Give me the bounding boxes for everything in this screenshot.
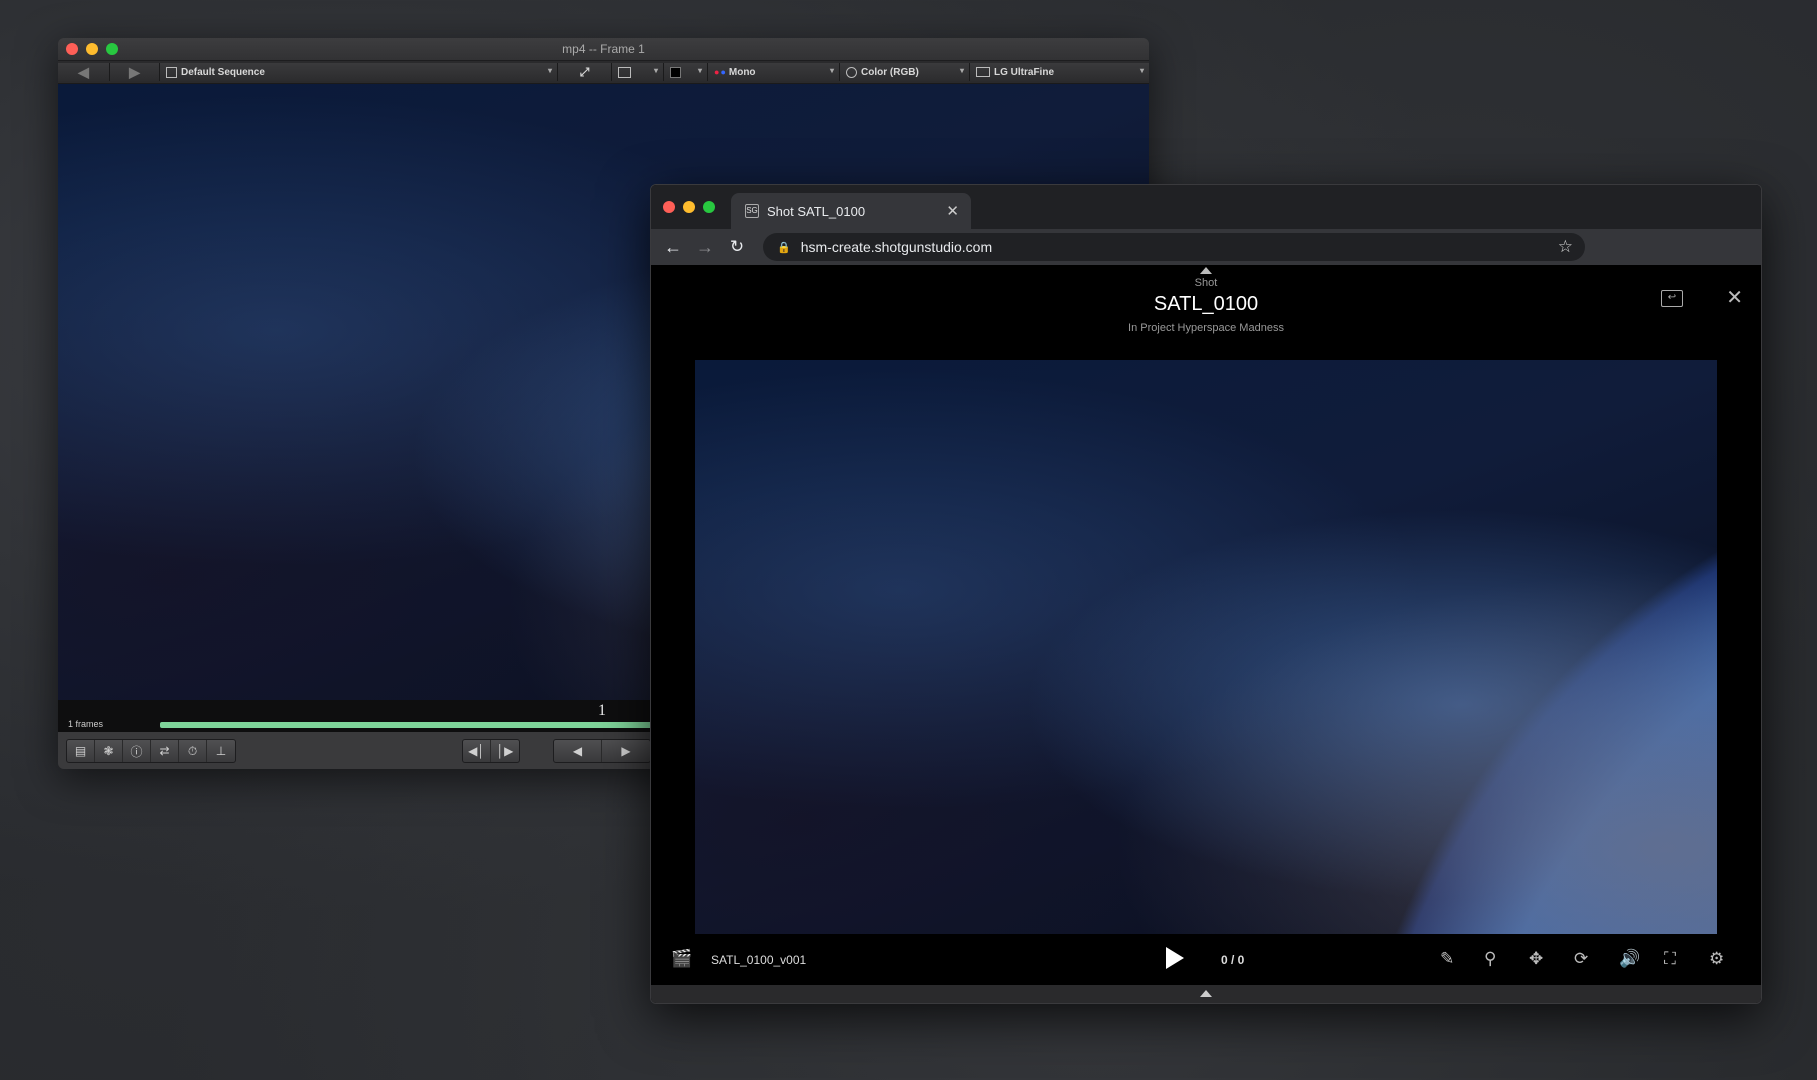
- loop-icon[interactable]: ⟳: [1574, 949, 1588, 969]
- pencil-icon[interactable]: ✎: [1440, 949, 1454, 969]
- close-window-button[interactable]: [663, 201, 675, 213]
- bottom-panel-handle[interactable]: [651, 985, 1761, 1003]
- lock-icon: 🔒: [777, 241, 791, 254]
- display-dropdown[interactable]: LG UltraFine ▾: [970, 63, 1149, 81]
- frame-dropdown[interactable]: ▾: [612, 63, 664, 81]
- browser-tab[interactable]: SG Shot SATL_0100 ✕: [731, 193, 971, 229]
- rgb-dots-icon-blue: ●: [720, 67, 726, 77]
- url-text: hsm-create.shotgunstudio.com: [800, 239, 993, 255]
- volume-icon[interactable]: 🔊: [1619, 949, 1640, 969]
- rv-tools-group: ▤ ❃ ⓘ ⇄ ⏱ ⊥: [66, 739, 236, 763]
- info-icon[interactable]: ⓘ: [123, 740, 151, 762]
- close-tab-icon[interactable]: ✕: [946, 202, 959, 220]
- export-icon[interactable]: ⊥: [207, 740, 235, 762]
- step-back-icon[interactable]: ◀│: [463, 740, 491, 762]
- color-wheel-icon: [846, 66, 857, 78]
- current-frame-number: 1: [598, 702, 606, 719]
- timer-icon[interactable]: ⏱: [179, 740, 207, 762]
- rv-window-title: mp4 -- Frame 1: [562, 42, 645, 56]
- play-button[interactable]: [1166, 947, 1184, 969]
- gear-icon[interactable]: ⚙: [1709, 949, 1724, 969]
- rgb-dots-icon: ●: [714, 67, 720, 77]
- step-forward-icon[interactable]: │▶: [491, 740, 519, 762]
- monitor-icon: [976, 67, 990, 77]
- rv-toolbar: ◀ ▶ Default Sequence ▾ ⤢ ▾ ▾ ● ● Mono ▾ C…: [58, 60, 1149, 84]
- chevron-down-icon: ▾: [653, 66, 658, 75]
- reload-icon[interactable]: ↻: [721, 237, 753, 257]
- bookmark-star-icon[interactable]: ☆: [1558, 237, 1573, 257]
- sequence-icon: [166, 66, 177, 78]
- channel-label: Mono: [728, 66, 756, 78]
- channel-dropdown[interactable]: ● ● Mono ▾: [708, 63, 840, 81]
- frames-count-label: 1 frames: [68, 719, 104, 729]
- browser-toolbar: ← → ↻ 🔒 hsm-create.shotgunstudio.com ☆: [651, 229, 1761, 265]
- project-label: In Project Hyperspace Madness: [1128, 322, 1284, 334]
- fullscreen-icon[interactable]: ⛶: [1664, 949, 1676, 969]
- chevron-down-icon: ▾: [547, 66, 552, 75]
- display-label: LG UltraFine: [994, 66, 1055, 78]
- playback-group: ◀ ▶: [553, 739, 651, 763]
- sequence-dropdown[interactable]: Default Sequence ▾: [160, 63, 558, 81]
- browser-window-controls: [663, 201, 715, 213]
- background-swatch-icon: [670, 66, 681, 78]
- color-space-label: Color (RGB): [861, 66, 919, 78]
- session-manager-icon[interactable]: ▤: [67, 740, 95, 762]
- shot-header: Shot SATL_0100 In Project Hyperspace Mad…: [651, 265, 1761, 345]
- browser-window: SG Shot SATL_0100 ✕ ← → ↻ 🔒 hsm-create.s…: [650, 184, 1762, 1004]
- browser-tabstrip: SG Shot SATL_0100 ✕: [651, 185, 1761, 229]
- pop-out-icon[interactable]: ↩: [1661, 290, 1683, 307]
- shot-name: SATL_0100: [1153, 293, 1259, 315]
- fit-view-button[interactable]: ⤢: [558, 63, 612, 81]
- back-arrow-icon[interactable]: ◀: [58, 63, 110, 81]
- background-dropdown[interactable]: ▾: [664, 63, 708, 81]
- play-forward-icon[interactable]: ▶: [602, 740, 650, 762]
- chevron-down-icon: ▾: [829, 66, 834, 75]
- minimize-window-button[interactable]: [683, 201, 695, 213]
- step-frame-group: ◀│ │▶: [462, 739, 520, 763]
- chevron-down-icon: ▾: [959, 66, 964, 75]
- zoom-icon[interactable]: ⚲: [1484, 949, 1496, 969]
- expand-arrow-icon[interactable]: [1200, 990, 1212, 997]
- resize-arrows-icon: ⤢: [579, 64, 590, 79]
- collapse-arrow-icon[interactable]: [1200, 267, 1212, 274]
- frame-icon: [618, 66, 631, 78]
- chevron-down-icon: ▾: [697, 66, 702, 75]
- move-icon[interactable]: ✥: [1529, 949, 1543, 969]
- entity-type-label: Shot: [1194, 277, 1218, 289]
- play-backward-icon[interactable]: ◀: [554, 740, 602, 762]
- media-player-viewport[interactable]: [695, 360, 1717, 934]
- frame-counter: 0 / 0: [1221, 953, 1245, 967]
- close-overlay-icon[interactable]: ✕: [1726, 285, 1743, 310]
- clapperboard-icon[interactable]: 🎬: [671, 949, 692, 969]
- version-name: SATL_0100_v001: [711, 953, 807, 967]
- address-bar[interactable]: 🔒 hsm-create.shotgunstudio.com ☆: [763, 233, 1585, 261]
- tab-title: Shot SATL_0100: [767, 203, 866, 219]
- sequence-label: Default Sequence: [181, 66, 265, 78]
- shotgun-favicon-icon: SG: [745, 204, 759, 218]
- forward-arrow-icon[interactable]: ▶: [110, 63, 160, 81]
- color-space-dropdown[interactable]: Color (RGB) ▾: [840, 63, 970, 81]
- media-player-controls: 🎬 SATL_0100_v001 0 / 0 ✎ ⚲ ✥ ⟳ 🔊 ⛶ ⚙: [651, 935, 1761, 985]
- rv-titlebar: mp4 -- Frame 1: [58, 38, 1149, 60]
- swap-icon[interactable]: ⇄: [151, 740, 179, 762]
- chevron-down-icon: ▾: [1139, 66, 1144, 75]
- forward-arrow-icon[interactable]: →: [689, 237, 721, 258]
- zoom-window-button[interactable]: [703, 201, 715, 213]
- color-inspector-icon[interactable]: ❃: [95, 740, 123, 762]
- back-arrow-icon[interactable]: ←: [657, 237, 689, 258]
